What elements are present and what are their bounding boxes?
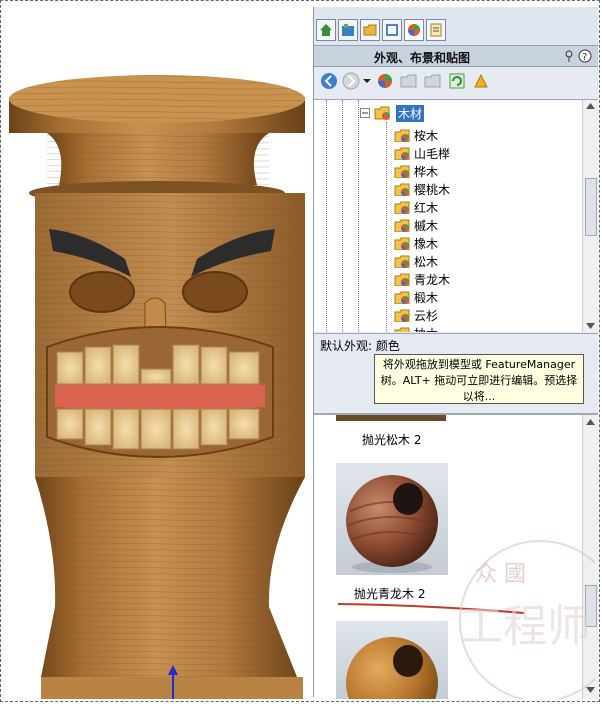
tree-item-wood[interactable]: 橡木 <box>394 234 584 252</box>
tree-item-label: 槭木 <box>414 219 439 233</box>
tree-item-wood[interactable]: 樱桃木 <box>394 180 584 198</box>
task-pane-tabs <box>314 7 598 45</box>
appearance-file-icon <box>394 129 410 142</box>
tree-item-wood[interactable]: 松木 <box>394 252 584 270</box>
scroll-up-icon[interactable] <box>586 419 595 425</box>
tree-item-wood[interactable]: 椴木 <box>394 288 584 306</box>
preview-thumb-next[interactable] <box>336 621 448 699</box>
up-level-icon[interactable] <box>472 72 490 90</box>
properties-icon <box>430 23 442 37</box>
tree-item-wood[interactable]: 云杉 <box>394 306 584 324</box>
tooltip-line-2: 树。ALT+ 拖动可立即进行编辑。预选择以将... <box>380 374 578 403</box>
appearance-file-icon <box>394 219 410 232</box>
tree-item-label: 云杉 <box>414 309 439 323</box>
tree-item-label: 柚木 <box>414 325 438 332</box>
tree-item-wood[interactable]: 柚木 <box>394 324 584 332</box>
rosewood-sphere-image <box>346 475 438 573</box>
tree-item-wood[interactable]: 青龙木 <box>394 270 584 288</box>
tree-item-label: 红木 <box>414 201 439 215</box>
description-area: 默认外观: 颜色 将外观拖放到模型或 FeatureManager 树。ALT+… <box>314 333 598 412</box>
appearance-file-icon <box>394 327 410 332</box>
new-folder-icon[interactable] <box>424 72 442 90</box>
view-palette-icon <box>386 24 398 36</box>
home-icon <box>320 24 332 36</box>
forward-icon[interactable] <box>342 72 360 90</box>
tree-item-wood[interactable]: 红木 <box>394 198 584 216</box>
appearance-file-icon <box>394 183 410 196</box>
folder-appearance-icon <box>374 106 390 120</box>
tiki-model <box>9 75 305 699</box>
appearance-file-icon <box>394 237 410 250</box>
help-icon[interactable]: ? <box>578 49 592 63</box>
tab-design-library[interactable] <box>338 19 358 41</box>
appearance-file-icon <box>394 309 410 322</box>
tree-scroll-thumb[interactable] <box>585 178 597 236</box>
tooltip-line-1: 将外观拖放到模型或 FeatureManager <box>382 358 576 371</box>
back-icon[interactable] <box>320 72 338 90</box>
preview-scrollbar[interactable] <box>582 415 598 699</box>
tree-item-label: 青龙木 <box>414 273 451 287</box>
appearance-tree: 木材 桉木山毛榉桦木樱桃木红木槭木橡木松木青龙木椴木云杉柚木 <box>314 99 598 332</box>
task-pane: 外观、布景和贴图 ? 木材 桉木 山毛榉 桦木 樱桃木 红木 槭木 橡木 松木 … <box>313 7 598 699</box>
tree-item-label: 桦木 <box>414 165 439 179</box>
tree-item-label: 桉木 <box>414 129 439 143</box>
tab-custom-properties[interactable] <box>426 19 446 41</box>
tree-item-wood[interactable]: 桦木 <box>394 162 584 180</box>
tab-home[interactable] <box>316 19 336 41</box>
appearance-file-icon <box>394 147 410 160</box>
collapse-icon[interactable] <box>360 108 370 118</box>
open-folder-icon[interactable] <box>400 72 418 90</box>
tree-item-label: 椴木 <box>414 291 439 305</box>
red-underline-annotation <box>337 603 525 614</box>
appearance-file-icon <box>394 255 410 268</box>
tree-item-label: 橡木 <box>414 237 439 251</box>
tab-view-palette[interactable] <box>382 19 402 41</box>
appearance-file-icon <box>394 273 410 286</box>
tree-folder-wood[interactable]: 木材 <box>360 104 550 122</box>
preview-thumb-rosewood[interactable] <box>336 463 448 575</box>
preview-caption-pine: 抛光松木 2 <box>362 433 422 447</box>
tree-folder-label: 木材 <box>396 105 425 122</box>
screenshot-frame: 外观、布景和贴图 ? 木材 桉木 山毛榉 桦木 樱桃木 红木 槭木 橡木 松木 … <box>0 0 600 702</box>
panel-titlebar: 外观、布景和贴图 ? <box>314 45 598 67</box>
appearance-preview-list: 抛光松木 2 抛光青龙木 2 <box>314 413 598 699</box>
tree-item-wood[interactable]: 山毛榉 <box>394 144 584 162</box>
tab-appearances[interactable] <box>404 19 424 41</box>
panel-toolbar <box>314 67 598 97</box>
scroll-down-icon[interactable] <box>586 687 595 693</box>
history-dropdown-icon[interactable] <box>362 72 372 90</box>
scroll-down-icon[interactable] <box>586 323 595 329</box>
refresh-icon[interactable] <box>448 72 466 90</box>
tree-item-label: 松木 <box>414 255 439 269</box>
drag-hint-tooltip: 将外观拖放到模型或 FeatureManager 树。ALT+ 拖动可立即进行编… <box>374 354 584 404</box>
graphics-viewport[interactable] <box>7 7 313 699</box>
library-icon <box>342 24 354 36</box>
default-appearance-label: 默认外观: 颜色 <box>320 339 400 353</box>
preview-scroll-thumb[interactable] <box>585 585 597 627</box>
appearance-file-icon <box>394 291 410 304</box>
appearance-ball-icon <box>408 24 420 36</box>
panel-title: 外观、布景和贴图 <box>374 51 471 65</box>
tree-item-wood[interactable]: 桉木 <box>394 126 584 144</box>
add-to-library-icon[interactable] <box>376 72 394 90</box>
svg-text:?: ? <box>582 52 587 63</box>
tree-item-wood[interactable]: 槭木 <box>394 216 584 234</box>
appearance-file-icon <box>394 165 410 178</box>
tab-file-explorer[interactable] <box>360 19 380 41</box>
folder-icon <box>363 24 377 36</box>
tree-item-label: 山毛榉 <box>414 147 451 161</box>
scroll-up-icon[interactable] <box>586 103 595 109</box>
preview-thumb-partial[interactable] <box>336 415 446 421</box>
wood-sphere-image <box>346 637 438 699</box>
preview-caption-rosewood: 抛光青龙木 2 <box>354 587 426 601</box>
tree-item-label: 樱桃木 <box>414 183 451 197</box>
tree-scrollbar[interactable] <box>582 100 598 332</box>
appearance-file-icon <box>394 201 410 214</box>
pin-icon[interactable] <box>562 49 576 63</box>
